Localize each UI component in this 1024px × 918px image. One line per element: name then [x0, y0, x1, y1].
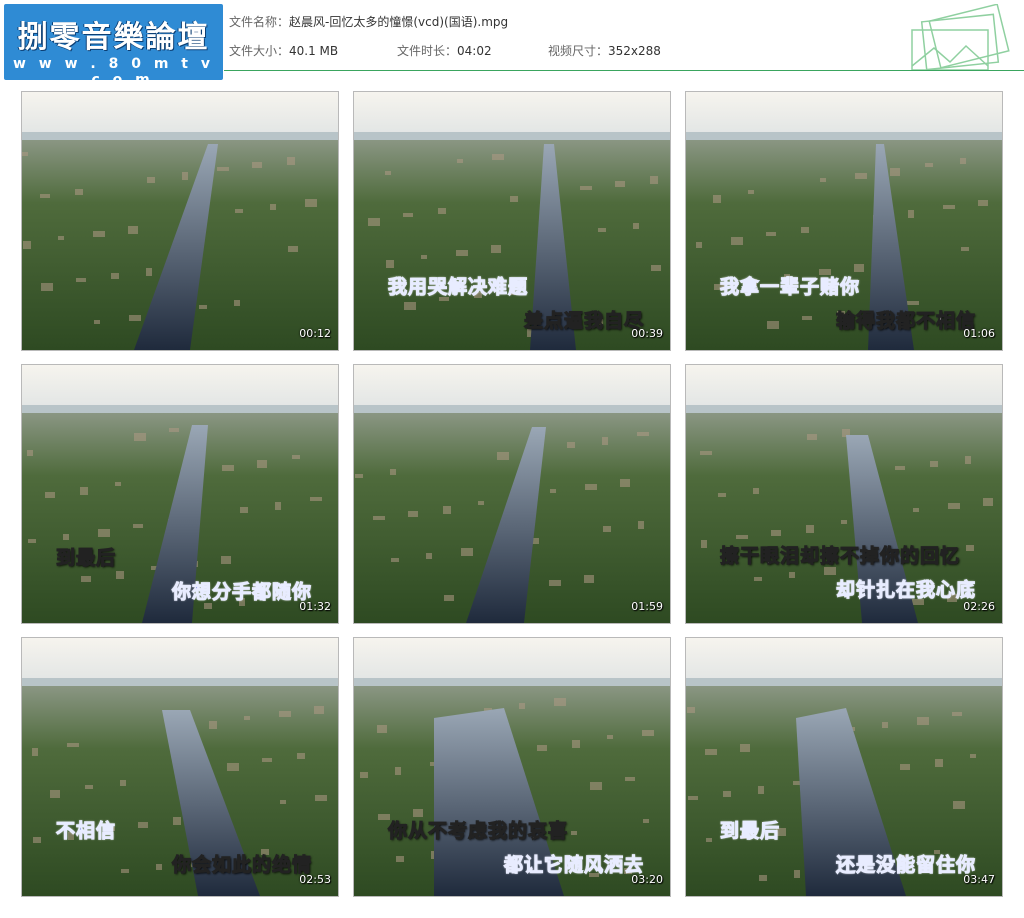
thumbnail-timestamp: 03:20 — [631, 873, 663, 886]
thumbnail-timestamp: 02:26 — [963, 600, 995, 613]
lyric-line-1: 擦干眼泪却擦不掉你的回忆 — [719, 545, 961, 568]
file-duration-value: 04:02 — [457, 44, 492, 58]
video-thumbnail[interactable]: 01:59 — [353, 364, 671, 624]
thumbnail-timestamp: 00:12 — [299, 327, 331, 340]
lyric-line-2: 差点逼我自尽 — [523, 310, 645, 333]
video-thumbnail[interactable]: 我用哭解决难题差点逼我自尽 00:39 — [353, 91, 671, 351]
lyric-line-1: 不相信 — [55, 820, 117, 843]
file-name-row: 文件名称：赵晨风-回忆太多的憧憬(vcd)(国语).mpg — [229, 13, 508, 30]
header: 捌零音樂論壇 w w w . 8 0 m t v . c o m 文件名称：赵晨… — [0, 0, 1024, 84]
logo-url: w w w . 8 0 m t v . c o m — [13, 56, 214, 80]
video-dimensions-label: 视频尺寸： — [548, 44, 609, 58]
lyric-line-2: 却针扎在我心底 — [835, 579, 977, 602]
lyric-line-1: 到最后 — [55, 547, 117, 570]
file-size-label: 文件大小： — [229, 44, 290, 58]
forum-logo[interactable]: 捌零音樂論壇 w w w . 8 0 m t v . c o m — [4, 4, 223, 80]
lyric-line-2: 你会如此的绝情 — [171, 854, 313, 877]
video-thumbnail[interactable]: 00:12 — [21, 91, 339, 351]
photo-stack-icon — [911, 4, 1010, 70]
file-size-row: 文件大小：40.1 MB — [229, 42, 338, 59]
video-thumbnail[interactable]: 到最后你想分手都随你 01:32 — [21, 364, 339, 624]
video-thumbnail[interactable]: 到最后还是没能留住你 03:47 — [685, 637, 1003, 897]
thumbnail-timestamp: 02:53 — [299, 873, 331, 886]
file-duration-row: 文件时长：04:02 — [397, 42, 492, 59]
aerial-river-scene — [22, 92, 338, 350]
lyric-line-2: 都让它随风洒去 — [503, 854, 645, 877]
lyric-line-2: 你想分手都随你 — [171, 581, 313, 604]
video-dimensions-value: 352x288 — [608, 44, 661, 58]
thumbnail-timestamp: 03:47 — [963, 873, 995, 886]
logo-title: 捌零音樂論壇 — [17, 20, 210, 55]
video-thumbnail[interactable]: 不相信你会如此的绝情 02:53 — [21, 637, 339, 897]
file-duration-label: 文件时长： — [397, 44, 458, 58]
file-name-value: 赵晨风-回忆太多的憧憬(vcd)(国语).mpg — [289, 15, 509, 29]
thumbnail-timestamp: 00:39 — [631, 327, 663, 340]
thumbnail-timestamp: 01:59 — [631, 600, 663, 613]
lyric-line-2: 还是没能留住你 — [835, 854, 977, 877]
lyric-line-2: 输得我都不相信 — [835, 310, 977, 333]
lyric-line-1: 我拿一辈子赌你 — [719, 276, 861, 299]
lyric-line-1: 到最后 — [719, 820, 781, 843]
file-size-value: 40.1 MB — [289, 44, 339, 58]
header-divider — [224, 70, 1024, 71]
video-thumbnail[interactable]: 擦干眼泪却擦不掉你的回忆却针扎在我心底 02:26 — [685, 364, 1003, 624]
lyric-line-1: 我用哭解决难题 — [387, 276, 529, 299]
video-thumbnail[interactable]: 我拿一辈子赌你输得我都不相信 01:06 — [685, 91, 1003, 351]
aerial-river-scene — [354, 365, 670, 623]
thumbnail-timestamp: 01:32 — [299, 600, 331, 613]
thumbnail-timestamp: 01:06 — [963, 327, 995, 340]
video-thumbnail[interactable]: 你从不考虑我的哀喜都让它随风洒去 03:20 — [353, 637, 671, 897]
video-dimensions-row: 视频尺寸：352x288 — [548, 42, 661, 59]
lyric-line-1: 你从不考虑我的哀喜 — [387, 820, 569, 843]
file-name-label: 文件名称： — [229, 15, 290, 29]
